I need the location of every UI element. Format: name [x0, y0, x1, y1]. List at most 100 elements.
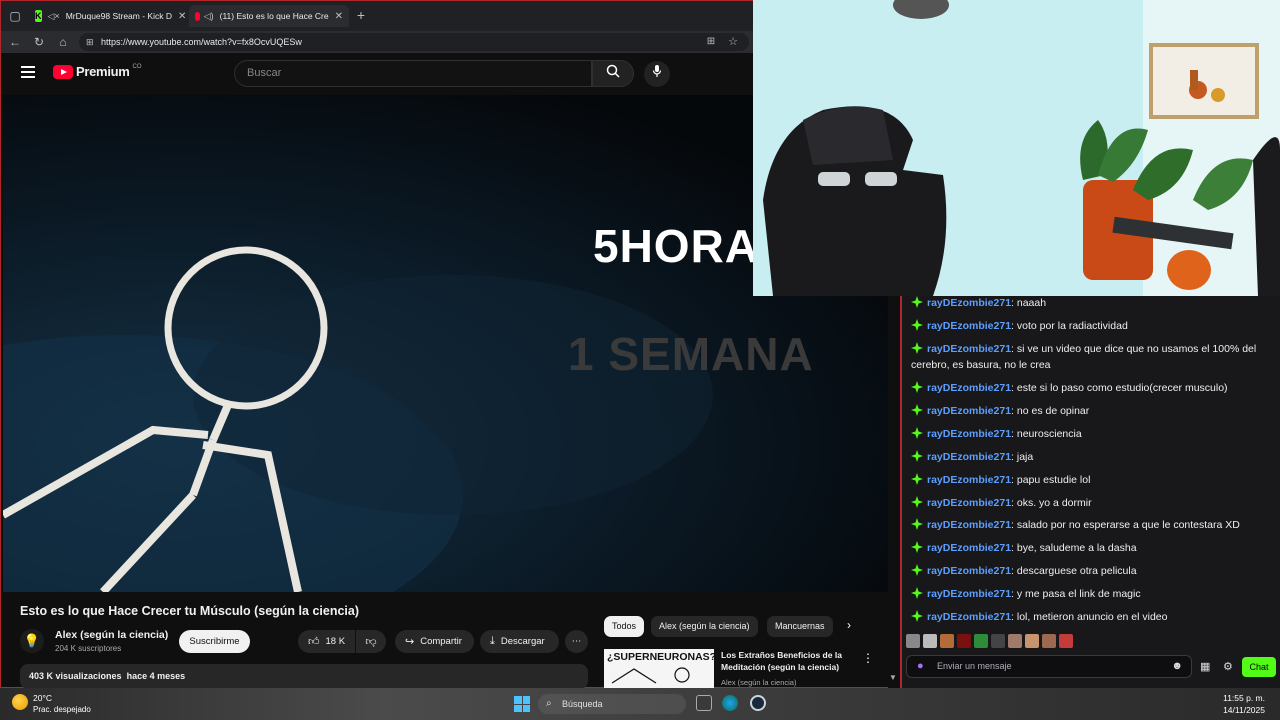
address-bar[interactable]: ⊞ https://www.youtube.com/watch?v=fx8Ocv…: [79, 33, 749, 51]
tab-actions-icon[interactable]: ▢: [7, 8, 23, 24]
favorite-star-icon[interactable]: ☆: [725, 34, 741, 50]
chip-todos[interactable]: Todos: [604, 616, 645, 637]
emoji-icon[interactable]: ☻: [1171, 656, 1183, 677]
chat-username[interactable]: rayDEzombie271: [927, 497, 1011, 509]
chat-username[interactable]: rayDEzombie271: [927, 428, 1011, 440]
subscribe-button[interactable]: Suscribirme: [179, 630, 250, 653]
sparkle-badge-icon: [911, 404, 923, 416]
emote-icon[interactable]: [974, 634, 988, 648]
chat-username[interactable]: rayDEzombie271: [927, 588, 1011, 600]
publish-date: hace 4 meses: [126, 671, 186, 681]
voice-search-button[interactable]: [644, 61, 670, 87]
chat-message: rayDEzombie271: voto por la radiactivida…: [911, 318, 1271, 334]
recommendation-title[interactable]: Los Extraños Beneficios de la Meditación…: [721, 649, 851, 673]
channel-avatar[interactable]: 💡: [20, 629, 44, 653]
chat-input[interactable]: ● Enviar un mensaje ☻: [906, 655, 1192, 678]
muted-speaker-icon[interactable]: ◁×: [48, 11, 60, 22]
emote-icon[interactable]: [1008, 634, 1022, 648]
chat-username[interactable]: rayDEzombie271: [927, 474, 1011, 486]
weather-description[interactable]: Prac. despejado: [33, 705, 91, 714]
share-label: Compartir: [420, 636, 462, 647]
search-button[interactable]: [592, 60, 634, 87]
clock-time[interactable]: 11:55 p. m.: [1223, 693, 1265, 703]
emote-icon[interactable]: [1025, 634, 1039, 648]
recommendation-thumbnail[interactable]: ¿SUPERNEURONAS?: [604, 649, 714, 689]
emote-icon[interactable]: [1059, 634, 1073, 648]
chat-username[interactable]: rayDEzombie271: [927, 320, 1011, 332]
sparkle-badge-icon: [911, 496, 923, 508]
tab-kick[interactable]: K ◁× MrDuque98 Stream - Kick D ✕: [29, 5, 189, 27]
share-button[interactable]: ↪ Compartir: [395, 630, 474, 653]
emote-icon[interactable]: [1042, 634, 1056, 648]
chip-mancuernas[interactable]: Mancuernas: [767, 616, 833, 637]
chevron-right-icon[interactable]: ›: [847, 618, 851, 632]
clock-date[interactable]: 14/11/2025: [1223, 705, 1265, 715]
chat-username[interactable]: rayDEzombie271: [927, 542, 1011, 554]
channel-name[interactable]: Alex (según la ciencia): [55, 629, 168, 641]
chat-username[interactable]: rayDEzombie271: [927, 565, 1011, 577]
sparkle-badge-icon: [911, 381, 923, 393]
chat-username[interactable]: rayDEzombie271: [927, 343, 1011, 355]
home-icon[interactable]: ⌂: [55, 34, 71, 50]
thumbnail-text: ¿SUPERNEURONAS?: [607, 651, 714, 663]
chat-message-text: : oks. yo a dormir: [1011, 497, 1092, 509]
download-button[interactable]: ⤓ Descargar: [480, 630, 559, 653]
youtube-logo[interactable]: Premium CO: [53, 64, 142, 79]
url-text: https://www.youtube.com/watch?v=fx8OcvUQ…: [101, 37, 302, 47]
chat-message-text: : papu estudie lol: [1011, 474, 1091, 486]
dislike-button[interactable]: 👎︎: [356, 630, 386, 653]
weather-temperature[interactable]: 20°C: [33, 693, 52, 703]
emote-icon[interactable]: [923, 634, 937, 648]
sparkle-badge-icon: [911, 518, 923, 530]
tab-title: (11) Esto es lo que Hace Cre: [219, 11, 329, 21]
scroll-down-arrow-icon[interactable]: ▼: [889, 673, 897, 682]
sparkle-badge-icon: [911, 473, 923, 485]
back-icon[interactable]: ←: [7, 34, 23, 50]
chat-message-text: : voto por la radiactividad: [1011, 320, 1128, 332]
chat-username[interactable]: rayDEzombie271: [927, 297, 1011, 309]
steam-icon[interactable]: [750, 695, 766, 711]
menu-icon[interactable]: [21, 66, 35, 78]
windows-start-icon[interactable]: [514, 696, 530, 712]
recommendation-channel: Alex (según la ciencia): [721, 678, 797, 687]
description-box[interactable]: 403 K visualizaciones hace 4 meses: [20, 664, 588, 689]
speaker-icon[interactable]: ◁): [204, 11, 214, 22]
chat-username[interactable]: rayDEzombie271: [927, 519, 1011, 531]
emote-icon[interactable]: [957, 634, 971, 648]
chip-channel[interactable]: Alex (según la ciencia): [651, 616, 758, 637]
thumbnail-drawing: [611, 667, 690, 684]
kebab-menu-icon[interactable]: ⋮: [862, 651, 874, 665]
sparkle-badge-icon: [911, 541, 923, 553]
chat-username[interactable]: rayDEzombie271: [927, 611, 1011, 623]
task-view-icon[interactable]: [696, 695, 712, 711]
more-actions-button[interactable]: ⋯: [565, 630, 588, 653]
gift-icon[interactable]: ▦: [1200, 660, 1210, 673]
close-tab-icon[interactable]: ✕: [172, 11, 186, 22]
app-icon[interactable]: ⊞: [703, 34, 719, 50]
reload-icon[interactable]: ↻: [31, 34, 47, 50]
sparkle-badge-icon: [911, 587, 923, 599]
emote-icon[interactable]: [940, 634, 954, 648]
like-button[interactable]: 👍︎ 18 K: [298, 630, 355, 653]
chat-message: rayDEzombie271: oks. yo a dormir: [911, 495, 1271, 511]
search-input[interactable]: Buscar: [234, 60, 592, 87]
subscriber-count: 204 K suscriptores: [55, 644, 122, 653]
chat-input-placeholder: Enviar un mensaje: [937, 661, 1012, 671]
edge-browser-icon[interactable]: [722, 695, 738, 711]
weather-sun-icon[interactable]: [12, 694, 28, 710]
emote-bar: [906, 634, 1073, 650]
taskbar-search[interactable]: ⌕ Búsqueda: [538, 694, 686, 714]
chat-message: rayDEzombie271: este si lo paso como est…: [911, 380, 1271, 396]
chat-username[interactable]: rayDEzombie271: [927, 382, 1011, 394]
microphone-icon[interactable]: ●: [917, 656, 924, 677]
settings-gear-icon[interactable]: ⚙: [1223, 660, 1233, 673]
site-info-icon[interactable]: ⊞: [86, 33, 94, 51]
emote-icon[interactable]: [906, 634, 920, 648]
chat-username[interactable]: rayDEzombie271: [927, 451, 1011, 463]
new-tab-icon[interactable]: +: [353, 7, 369, 23]
emote-icon[interactable]: [991, 634, 1005, 648]
chat-username[interactable]: rayDEzombie271: [927, 405, 1011, 417]
tab-youtube[interactable]: ◁) (11) Esto es lo que Hace Cre ✕: [189, 5, 349, 27]
chat-send-button[interactable]: Chat: [1242, 657, 1276, 677]
close-tab-icon[interactable]: ✕: [329, 11, 343, 22]
